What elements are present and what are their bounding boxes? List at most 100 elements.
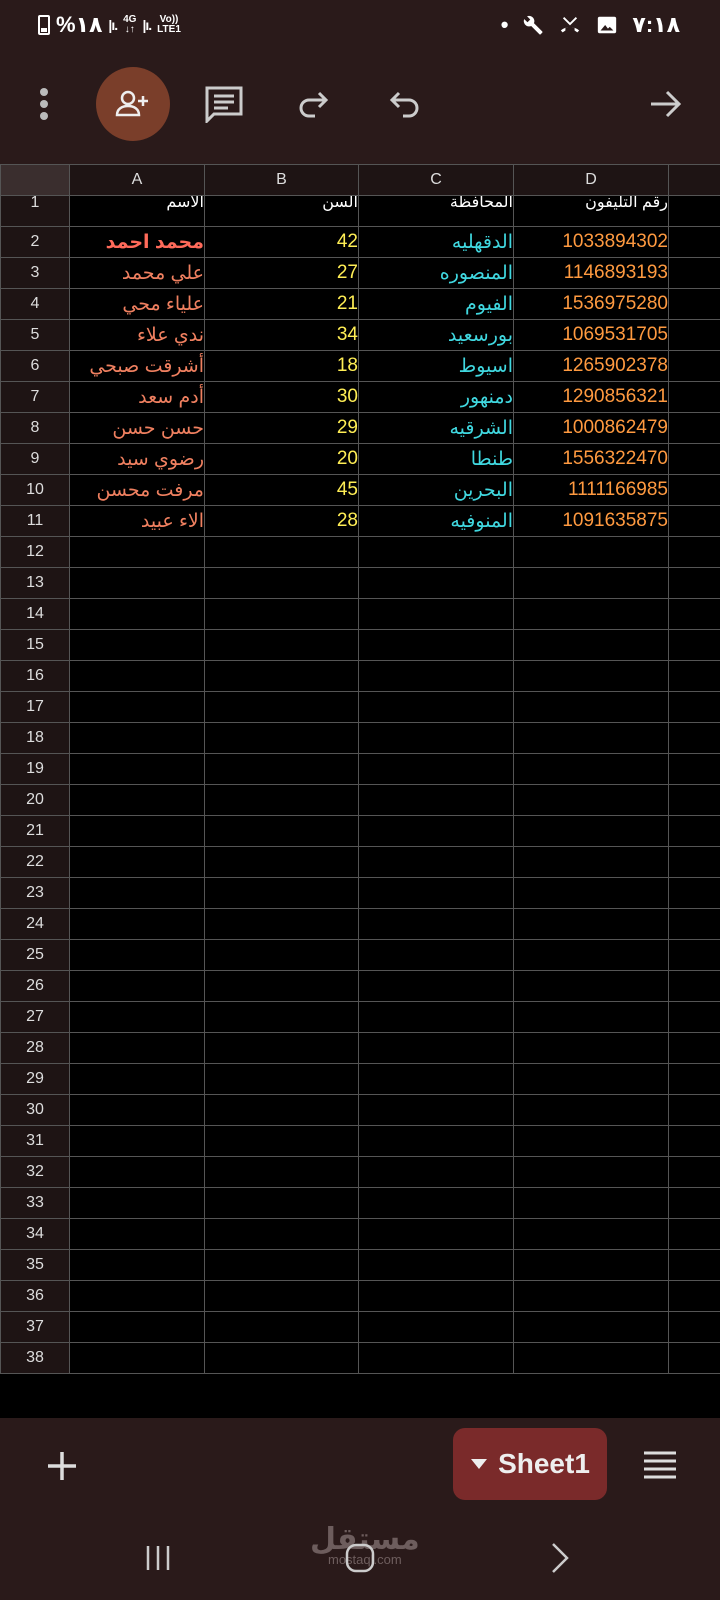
- row-header[interactable]: 28: [0, 1032, 70, 1064]
- empty-cell[interactable]: [513, 1218, 669, 1250]
- empty-cell[interactable]: [668, 381, 720, 413]
- empty-cell[interactable]: [513, 598, 669, 630]
- empty-cell[interactable]: [204, 753, 359, 785]
- empty-cell[interactable]: [668, 505, 720, 537]
- redo-button[interactable]: [286, 62, 342, 146]
- empty-cell[interactable]: [513, 1249, 669, 1281]
- empty-cell[interactable]: [69, 1280, 205, 1312]
- empty-cell[interactable]: [513, 939, 669, 971]
- phone-cell[interactable]: 1290856321: [513, 381, 669, 413]
- empty-cell[interactable]: [668, 908, 720, 940]
- empty-cell[interactable]: [358, 567, 514, 599]
- row-header[interactable]: 33: [0, 1187, 70, 1219]
- row-header[interactable]: 17: [0, 691, 70, 723]
- empty-cell[interactable]: [358, 1032, 514, 1064]
- empty-cell[interactable]: [358, 1063, 514, 1095]
- empty-cell[interactable]: [513, 815, 669, 847]
- add-sheet-button[interactable]: [40, 1444, 84, 1488]
- empty-cell[interactable]: [204, 1342, 359, 1374]
- name-cell[interactable]: محمد احمد: [69, 226, 205, 258]
- empty-cell[interactable]: [69, 660, 205, 692]
- header-cell-phone[interactable]: رقم التليفون: [513, 195, 669, 227]
- governorate-cell[interactable]: طنطا: [358, 443, 514, 475]
- age-cell[interactable]: 21: [204, 288, 359, 320]
- empty-cell[interactable]: [69, 1125, 205, 1157]
- row-header[interactable]: 4: [0, 288, 70, 320]
- empty-cell[interactable]: [513, 877, 669, 909]
- empty-cell[interactable]: [358, 784, 514, 816]
- empty-cell[interactable]: [668, 784, 720, 816]
- phone-cell[interactable]: 1556322470: [513, 443, 669, 475]
- select-all-corner[interactable]: [0, 164, 70, 196]
- empty-cell[interactable]: [69, 536, 205, 568]
- empty-cell[interactable]: [204, 846, 359, 878]
- empty-cell[interactable]: [668, 350, 720, 382]
- empty-cell[interactable]: [69, 815, 205, 847]
- empty-cell[interactable]: [668, 598, 720, 630]
- empty-cell[interactable]: [204, 970, 359, 1002]
- empty-cell[interactable]: [668, 226, 720, 258]
- home-button[interactable]: [336, 1538, 384, 1578]
- empty-cell[interactable]: [69, 846, 205, 878]
- empty-cell[interactable]: [513, 1187, 669, 1219]
- more-options-button[interactable]: [20, 62, 68, 146]
- column-header-b[interactable]: B: [204, 164, 359, 196]
- header-cell-governorate[interactable]: المحافظة: [358, 195, 514, 227]
- column-header-d[interactable]: D: [513, 164, 669, 196]
- empty-cell[interactable]: [513, 1125, 669, 1157]
- empty-cell[interactable]: [204, 784, 359, 816]
- empty-cell[interactable]: [668, 288, 720, 320]
- row-header[interactable]: 27: [0, 1001, 70, 1033]
- phone-cell[interactable]: 1146893193: [513, 257, 669, 289]
- row-header[interactable]: 7: [0, 381, 70, 413]
- phone-cell[interactable]: 1091635875: [513, 505, 669, 537]
- age-cell[interactable]: 34: [204, 319, 359, 351]
- empty-cell[interactable]: [668, 1001, 720, 1033]
- empty-cell[interactable]: [513, 1094, 669, 1126]
- phone-cell[interactable]: 1536975280: [513, 288, 669, 320]
- row-header[interactable]: 2: [0, 226, 70, 258]
- empty-cell[interactable]: [668, 1094, 720, 1126]
- empty-cell[interactable]: [204, 1094, 359, 1126]
- row-header[interactable]: 30: [0, 1094, 70, 1126]
- empty-cell[interactable]: [668, 815, 720, 847]
- empty-cell[interactable]: [513, 908, 669, 940]
- empty-cell[interactable]: [358, 660, 514, 692]
- empty-cell[interactable]: [204, 1218, 359, 1250]
- phone-cell[interactable]: 1111166985: [513, 474, 669, 506]
- row-header[interactable]: 11: [0, 505, 70, 537]
- age-cell[interactable]: 29: [204, 412, 359, 444]
- sheet-tab[interactable]: Sheet1: [453, 1428, 607, 1500]
- empty-cell[interactable]: [69, 939, 205, 971]
- empty-cell[interactable]: [204, 877, 359, 909]
- empty-cell[interactable]: [358, 939, 514, 971]
- row-header[interactable]: 31: [0, 1125, 70, 1157]
- empty-cell[interactable]: [668, 1311, 720, 1343]
- name-cell[interactable]: علي محمد: [69, 257, 205, 289]
- row-header[interactable]: 20: [0, 784, 70, 816]
- governorate-cell[interactable]: دمنهور: [358, 381, 514, 413]
- empty-cell[interactable]: [668, 1187, 720, 1219]
- empty-cell[interactable]: [204, 598, 359, 630]
- empty-cell[interactable]: [668, 877, 720, 909]
- empty-cell[interactable]: [513, 691, 669, 723]
- empty-cell[interactable]: [668, 567, 720, 599]
- empty-cell[interactable]: [668, 691, 720, 723]
- empty-cell[interactable]: [513, 1032, 669, 1064]
- row-header[interactable]: 18: [0, 722, 70, 754]
- empty-cell[interactable]: [69, 598, 205, 630]
- empty-cell[interactable]: [358, 1218, 514, 1250]
- empty-cell[interactable]: [668, 1125, 720, 1157]
- empty-cell[interactable]: [358, 1280, 514, 1312]
- empty-cell[interactable]: [358, 1249, 514, 1281]
- empty-cell[interactable]: [358, 970, 514, 1002]
- row-header[interactable]: 21: [0, 815, 70, 847]
- empty-cell[interactable]: [668, 1032, 720, 1064]
- empty-cell[interactable]: [358, 846, 514, 878]
- empty-cell[interactable]: [204, 567, 359, 599]
- governorate-cell[interactable]: الدقهليه: [358, 226, 514, 258]
- empty-cell[interactable]: [204, 1001, 359, 1033]
- empty-cell[interactable]: [69, 753, 205, 785]
- governorate-cell[interactable]: البحرين: [358, 474, 514, 506]
- row-header[interactable]: 29: [0, 1063, 70, 1095]
